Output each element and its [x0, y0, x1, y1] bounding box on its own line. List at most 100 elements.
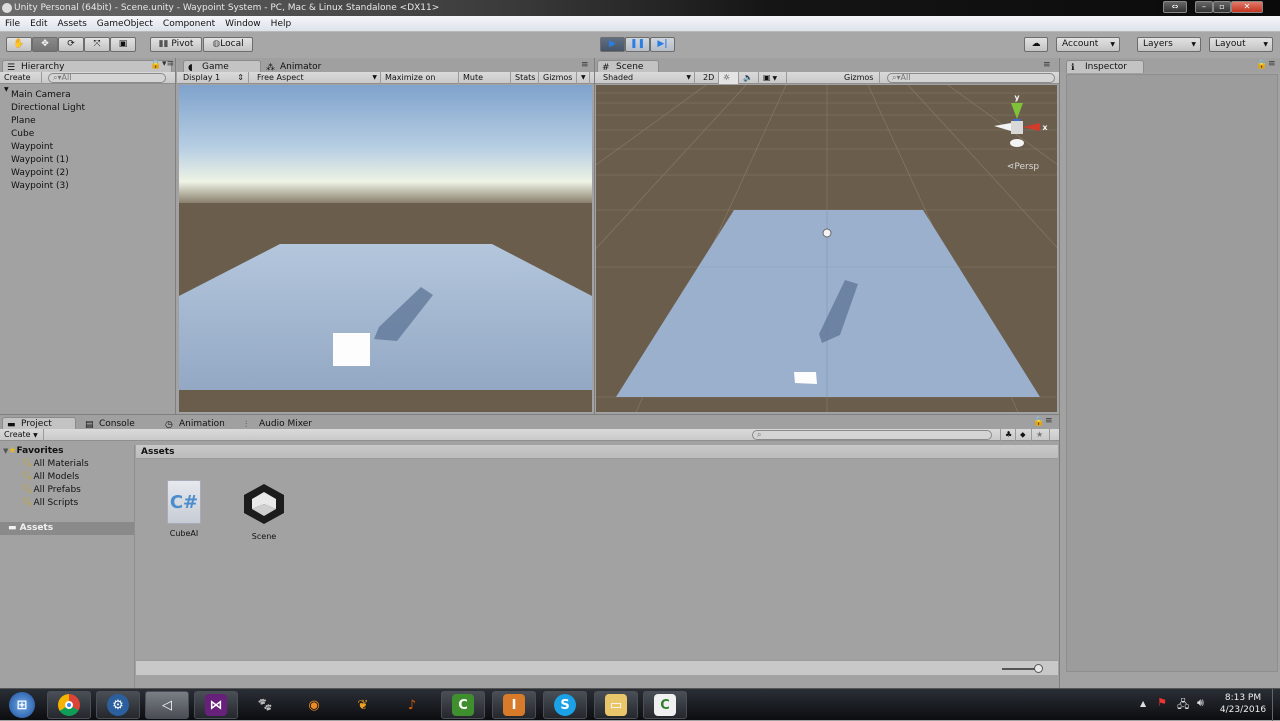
taskbar-blender[interactable]: ◉: [292, 691, 336, 719]
project-create-button[interactable]: Create ▼: [0, 429, 44, 441]
taskbar-fl-studio[interactable]: ❦: [341, 691, 385, 719]
taskbar-unity[interactable]: ◁: [145, 691, 189, 719]
projection-label[interactable]: ⋖Persp: [1007, 162, 1040, 172]
hierarchy-item[interactable]: Directional Light: [0, 102, 175, 115]
show-desktop-button[interactable]: [1272, 689, 1280, 721]
hierarchy-item[interactable]: Waypoint: [0, 141, 175, 154]
swap-window-button[interactable]: ⇔: [1163, 1, 1187, 13]
lock-icon[interactable]: 🔒: [1256, 60, 1267, 70]
taskbar-inkscape[interactable]: I: [492, 691, 536, 719]
favorite-item[interactable]: 🔍︎All Materials: [0, 458, 134, 471]
step-button[interactable]: ▶|: [650, 37, 675, 52]
hierarchy-create-button[interactable]: Create ▼: [0, 72, 42, 93]
pivot-toggle[interactable]: ▮▮ Pivot: [150, 37, 202, 52]
game-gizmos-toggle[interactable]: Gizmos: [539, 72, 577, 84]
network-icon[interactable]: 🖧︎: [1177, 696, 1189, 715]
rect-tool-button[interactable]: ▣: [110, 37, 136, 52]
save-search-button[interactable]: ★: [1032, 429, 1050, 441]
aspect-dropdown[interactable]: Free Aspect ▼: [253, 72, 381, 84]
menu-file[interactable]: File: [0, 16, 25, 32]
assets-breadcrumb[interactable]: Assets: [136, 445, 1058, 459]
taskbar-gimp[interactable]: 🐾︎: [243, 691, 287, 719]
hierarchy-search-input[interactable]: ⌕▾All: [48, 73, 166, 83]
tab-inspector[interactable]: ℹ Inspector: [1066, 60, 1144, 73]
hierarchy-item[interactable]: Cube: [0, 128, 175, 141]
panel-menu-icon[interactable]: ≡: [1268, 59, 1276, 69]
layers-dropdown[interactable]: Layers ▼: [1137, 37, 1201, 52]
favorite-item[interactable]: 🔍︎All Prefabs: [0, 484, 134, 497]
hierarchy-item[interactable]: Waypoint (2): [0, 167, 175, 180]
taskbar-audacity[interactable]: ♪: [390, 691, 434, 719]
panel-menu-icon[interactable]: ▾≡: [162, 59, 174, 69]
scale-tool-button[interactable]: ⤧: [84, 37, 110, 52]
filter-by-label-button[interactable]: ⬥: [1016, 429, 1032, 441]
play-button[interactable]: ▶: [600, 37, 625, 52]
taskbar-chrome[interactable]: [47, 691, 91, 719]
panel-menu-icon[interactable]: ≡: [1045, 416, 1053, 426]
asset-item[interactable]: Scene: [236, 480, 292, 550]
panel-menu-icon[interactable]: ≡: [581, 60, 589, 70]
scene-gizmos-dropdown[interactable]: Gizmos ▼: [840, 72, 880, 94]
menu-help[interactable]: Help: [266, 16, 297, 32]
rotate-tool-button[interactable]: ⟳: [58, 37, 84, 52]
favorites-node[interactable]: ▼★Favorites: [0, 445, 134, 458]
hand-tool-button[interactable]: ✋: [6, 37, 32, 52]
taskbar-camtasia-studio[interactable]: C: [441, 691, 485, 719]
assets-folder-node[interactable]: ▬ Assets: [0, 522, 134, 535]
lighting-toggle[interactable]: ☼: [719, 72, 739, 84]
layout-dropdown[interactable]: Layout ▼: [1209, 37, 1273, 52]
taskbar-camtasia-recorder[interactable]: C: [643, 691, 687, 719]
menu-assets[interactable]: Assets: [53, 16, 92, 32]
move-tool-button[interactable]: ✥: [32, 37, 58, 52]
favorite-item[interactable]: 🔍︎All Scripts: [0, 497, 134, 510]
account-dropdown[interactable]: Account ▼: [1056, 37, 1120, 52]
pause-button[interactable]: ❚❚: [625, 37, 650, 52]
taskbar-steam[interactable]: ⚙: [96, 691, 140, 719]
minimize-button[interactable]: –: [1195, 1, 1213, 13]
collab-cloud-button[interactable]: ☁: [1024, 37, 1048, 52]
volume-icon[interactable]: 🔊︎: [1197, 696, 1204, 710]
hierarchy-item[interactable]: Main Camera: [0, 89, 175, 102]
game-viewport[interactable]: [179, 85, 592, 412]
asset-item[interactable]: C# CubeAI: [156, 480, 212, 550]
close-button[interactable]: ✕: [1231, 1, 1263, 13]
mute-audio-toggle[interactable]: Mute audio: [459, 72, 511, 93]
show-hidden-icons-button[interactable]: ▲: [1140, 699, 1146, 708]
shading-mode-dropdown[interactable]: Shaded ▼: [599, 72, 695, 84]
y-axis-cone[interactable]: [1011, 103, 1023, 119]
favorite-item[interactable]: 🔍︎All Models: [0, 471, 134, 484]
taskbar-visual-studio[interactable]: ⋈: [194, 691, 238, 719]
hierarchy-item[interactable]: Waypoint (1): [0, 154, 175, 167]
audio-toggle[interactable]: 🔈: [739, 72, 759, 84]
menu-gameobject[interactable]: GameObject: [92, 16, 158, 32]
menu-window[interactable]: Window: [220, 16, 266, 32]
taskbar-file-explorer[interactable]: ▭: [594, 691, 638, 719]
project-search-input[interactable]: ⌕: [752, 430, 992, 440]
taskbar-skype[interactable]: S: [543, 691, 587, 719]
menu-component[interactable]: Component: [158, 16, 220, 32]
start-button[interactable]: ⊞: [0, 691, 44, 719]
2d-toggle[interactable]: 2D: [699, 72, 719, 84]
maximize-button[interactable]: ▫: [1213, 1, 1231, 13]
display-dropdown[interactable]: Display 1 ⇕: [179, 72, 249, 84]
gizmos-dropdown-arrow[interactable]: ▼: [577, 72, 590, 84]
gizmo-center-cube[interactable]: [1011, 121, 1023, 134]
hierarchy-item[interactable]: Waypoint (3): [0, 180, 175, 193]
maximize-on-play-toggle[interactable]: Maximize on Play: [381, 72, 459, 93]
filter-by-type-button[interactable]: ♣: [1000, 429, 1016, 441]
hierarchy-item[interactable]: Plane: [0, 115, 175, 128]
stats-toggle[interactable]: Stats: [511, 72, 539, 84]
light-gizmo-icon[interactable]: [822, 228, 832, 238]
panel-menu-icon[interactable]: ≡: [1043, 60, 1051, 70]
neg-y-axis-cone[interactable]: [1010, 139, 1024, 147]
slider-handle[interactable]: [1034, 664, 1043, 673]
lock-icon[interactable]: 🔒: [1033, 417, 1044, 427]
scene-search-input[interactable]: ⌕▾All: [887, 73, 1055, 83]
scene-orientation-gizmo[interactable]: y x ⋖Persp: [994, 93, 1048, 172]
local-toggle[interactable]: ◍Local: [203, 37, 253, 52]
effects-toggle[interactable]: ▣ ▼: [759, 72, 787, 84]
action-center-flag-icon[interactable]: ⚑: [1157, 696, 1167, 709]
menu-edit[interactable]: Edit: [25, 16, 52, 32]
system-clock[interactable]: 8:13 PM 4/23/2016: [1216, 692, 1270, 716]
scene-viewport[interactable]: y x ⋖Persp: [596, 85, 1057, 412]
